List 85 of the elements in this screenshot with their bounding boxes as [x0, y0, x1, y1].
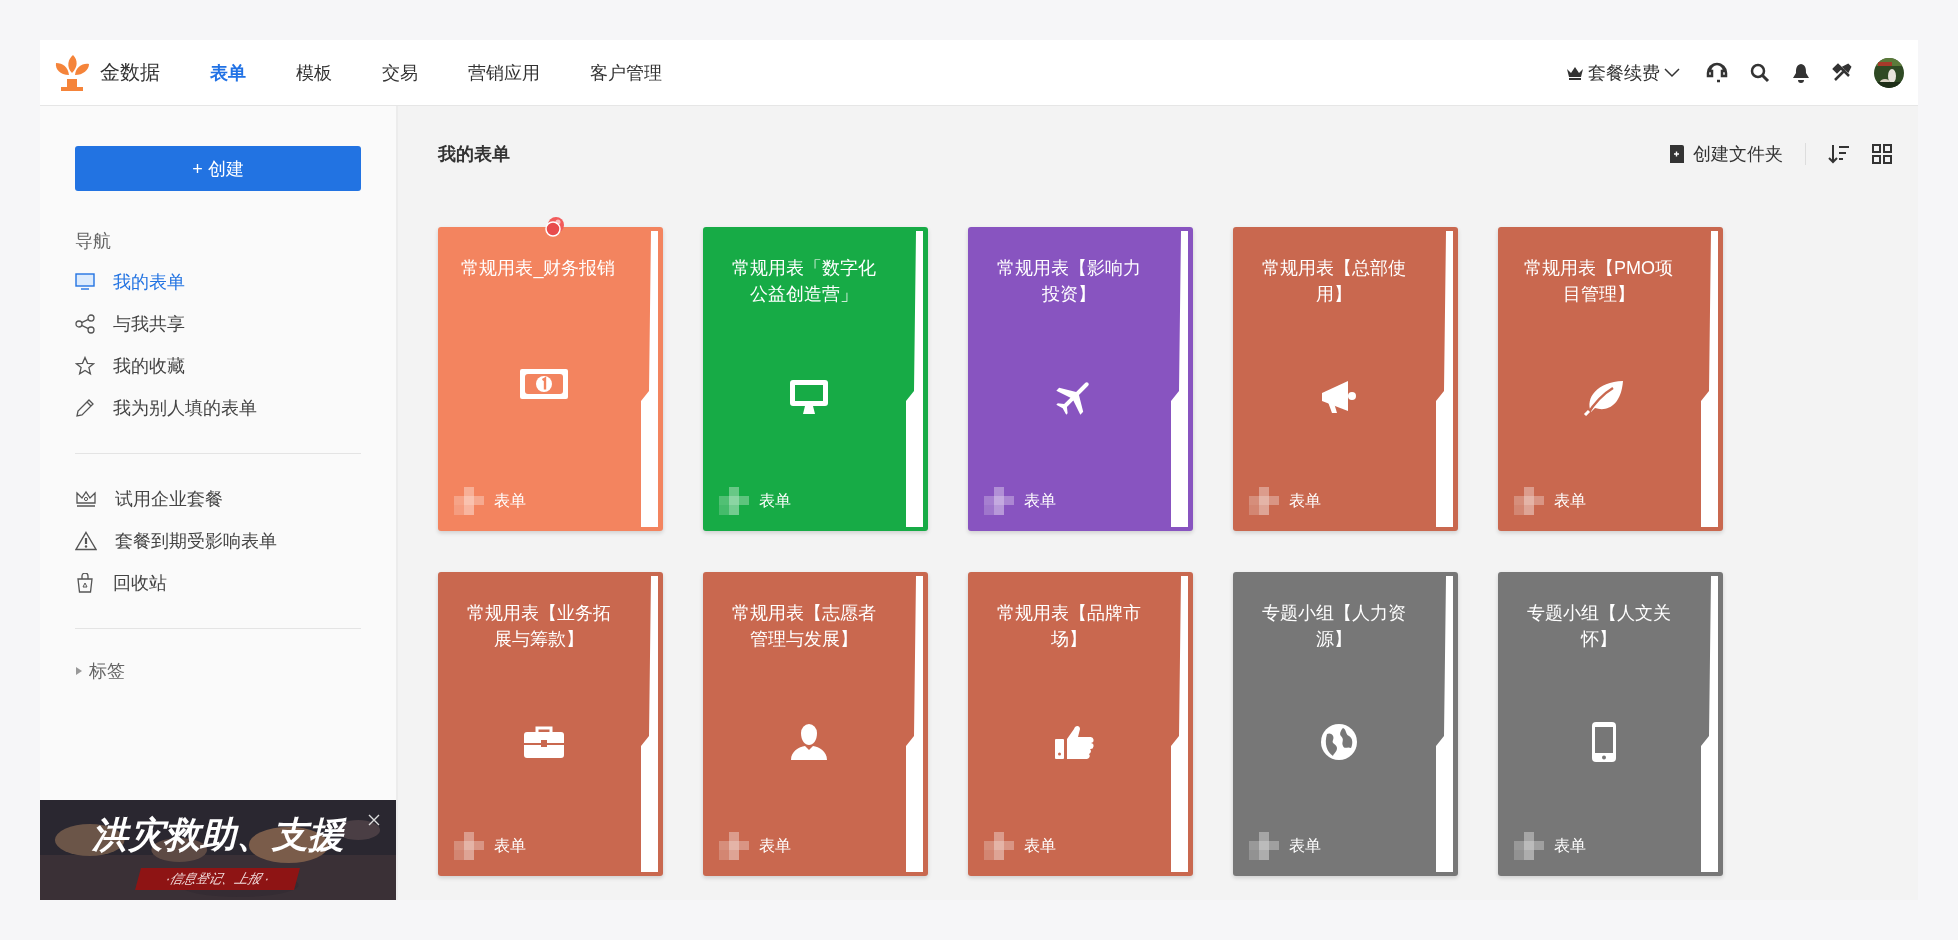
leaf-icon: [1582, 378, 1625, 416]
form-card[interactable]: 常规用表「数字化公益创造营」 表单: [703, 227, 928, 531]
sidebar-item[interactable]: 试用企业套餐: [75, 484, 361, 514]
blurred-avatar: [1514, 487, 1544, 515]
form-card[interactable]: 常规用表【影响力投资】 表单: [968, 227, 1193, 531]
warning-icon: [75, 531, 97, 551]
pencil-icon: [75, 398, 95, 418]
grid-view-icon[interactable]: [1872, 144, 1892, 164]
blurred-avatar: [454, 832, 484, 860]
form-title: 专题小组【人文关怀】: [1525, 602, 1672, 651]
form-card[interactable]: 常规用表【志愿者管理与发展】 表单: [703, 572, 928, 876]
form-card[interactable]: 常规用表【总部使用】 表单: [1233, 227, 1458, 531]
form-title: 常规用表「数字化公益创造营」: [730, 257, 877, 306]
form-type-label: 表单: [759, 490, 791, 511]
form-title: 常规用表_财务报销: [460, 257, 617, 281]
form-type-label: 表单: [494, 490, 526, 511]
form-card[interactable]: 常规用表【品牌市场】 表单: [968, 572, 1193, 876]
close-button[interactable]: [366, 812, 382, 828]
form-type-label: 表单: [1554, 835, 1586, 856]
nav-tab[interactable]: 交易: [368, 54, 432, 91]
form-type-label: 表单: [1554, 490, 1586, 511]
section-heading: 导航: [75, 230, 112, 253]
form-card[interactable]: 常规用表【业务拓展与筹款】 表单: [438, 572, 663, 876]
nav-tab[interactable]: 营销应用: [454, 54, 554, 91]
monitor-icon: [788, 379, 829, 415]
nav-tab[interactable]: 客户管理: [576, 54, 676, 91]
sidebar-item[interactable]: 我的表单: [75, 267, 361, 297]
thumbs-up-icon: [1053, 723, 1094, 761]
form-title: 常规用表【PMO项目管理】: [1523, 257, 1674, 306]
form-card[interactable]: 专题小组【人力资源】 表单: [1233, 572, 1458, 876]
form-title: 常规用表【业务拓展与筹款】: [465, 602, 612, 651]
form-title: 常规用表【总部使用】: [1260, 257, 1407, 306]
page-title: 我的表单: [438, 143, 510, 166]
sidebar-item[interactable]: 套餐到期受影响表单: [75, 526, 361, 556]
folder-plus-icon: [1669, 144, 1685, 164]
crown-icon: [75, 489, 97, 509]
tags-toggle[interactable]: 标签: [75, 659, 125, 683]
close-icon: [368, 814, 380, 826]
blurred-avatar: [1514, 832, 1544, 860]
form-title: 常规用表【志愿者管理与发展】: [730, 602, 877, 651]
banknote-icon: [518, 368, 569, 400]
sidebar-item[interactable]: 我的收藏: [75, 351, 361, 381]
form-type-label: 表单: [759, 835, 791, 856]
sidebar-item[interactable]: 与我共享: [75, 309, 361, 339]
globe-icon: [1318, 722, 1359, 762]
trash-icon: [75, 573, 95, 593]
caret-icon: [75, 666, 83, 676]
smartphone-icon: [1590, 721, 1617, 763]
blurred-avatar: [1249, 487, 1279, 515]
blurred-avatar: [984, 832, 1014, 860]
blurred-avatar: [719, 487, 749, 515]
sidebar-item[interactable]: 回收站: [75, 568, 361, 598]
form-type-label: 表单: [1289, 835, 1321, 856]
form-type-label: 表单: [1024, 835, 1056, 856]
form-type-label: 表单: [1289, 490, 1321, 511]
briefcase-icon: [522, 724, 565, 760]
search-icon[interactable]: [1750, 62, 1770, 83]
tools-icon[interactable]: [1832, 62, 1852, 83]
nav-tab[interactable]: 表单: [196, 54, 260, 91]
brand-name: 金数据: [100, 60, 160, 85]
bell-icon[interactable]: [1792, 62, 1810, 83]
blurred-avatar: [719, 832, 749, 860]
crown-icon: [1566, 65, 1584, 80]
form-title: 常规用表【品牌市场】: [995, 602, 1142, 651]
star-icon: [75, 356, 95, 376]
plan-renewal-menu[interactable]: 套餐续费: [1562, 56, 1684, 89]
form-card[interactable]: 常规用表【PMO项目管理】 表单: [1498, 227, 1723, 531]
sidebar-item[interactable]: 我为别人填的表单: [75, 393, 361, 423]
caret-icon: [1664, 67, 1680, 78]
blurred-avatar: [1249, 832, 1279, 860]
form-card[interactable]: 专题小组【人文关怀】 表单: [1498, 572, 1723, 876]
form-title: 常规用表【影响力投资】: [995, 257, 1142, 306]
nav-tab[interactable]: 模板: [282, 54, 346, 91]
form-title: 专题小组【人力资源】: [1260, 602, 1407, 651]
blurred-avatar: [984, 487, 1014, 515]
create-button[interactable]: + 创建: [75, 146, 361, 191]
form-type-label: 表单: [1024, 490, 1056, 511]
create-folder-button[interactable]: 创建文件夹: [1669, 142, 1783, 166]
sort-icon[interactable]: [1828, 144, 1850, 164]
blurred-avatar: [454, 487, 484, 515]
form-type-label: 表单: [494, 835, 526, 856]
share-icon: [75, 314, 95, 334]
headset-icon[interactable]: [1706, 61, 1728, 84]
monitor-icon: [75, 273, 95, 291]
person-icon: [788, 723, 829, 761]
